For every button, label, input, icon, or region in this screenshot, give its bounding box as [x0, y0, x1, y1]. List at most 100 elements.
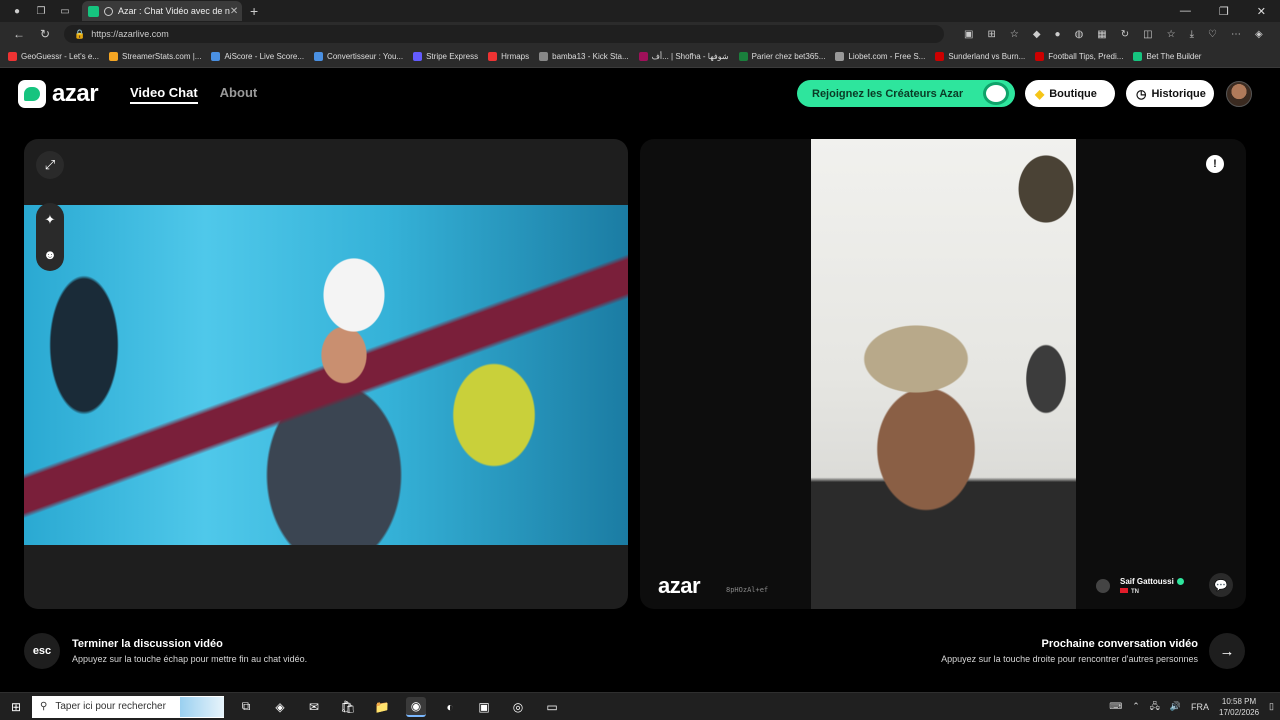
bookmark-label: StreamerStats.com |...: [122, 52, 202, 61]
azar-watermark: azar: [658, 573, 701, 598]
bookmark-favicon-icon: [638, 52, 648, 61]
lock-icon[interactable]: 🔒: [74, 29, 85, 40]
workspaces-icon[interactable]: ❐: [34, 4, 48, 18]
end-chat-button[interactable]: esc: [24, 633, 60, 669]
address-bar-row: ← ↻ 🔒 https://azarlive.com ▣ ⊞ ☆ ◆ ● ◍ ▦…: [0, 22, 1280, 46]
task-view-icon[interactable]: ⧉: [236, 697, 256, 717]
camera-icon[interactable]: ▣: [964, 29, 973, 40]
chevron-up-icon[interactable]: ⌃: [1132, 701, 1140, 712]
end-chat-title: Terminer la discussion vidéo: [72, 638, 223, 650]
new-tab-icon[interactable]: +: [250, 3, 258, 19]
volume-icon[interactable]: 🔊: [1170, 701, 1181, 712]
bookmark-item[interactable]: StreamerStats.com |...: [109, 52, 201, 61]
bookmark-item[interactable]: Stripe Express: [413, 52, 478, 61]
shop-label: Boutique: [1049, 87, 1097, 100]
user-avatar[interactable]: [1226, 81, 1252, 107]
discord-icon[interactable]: ◎: [508, 697, 528, 717]
active-tab[interactable]: Azar : Chat Vidéo avec de n ✕: [82, 1, 242, 21]
downloads-icon[interactable]: ⤓: [1190, 29, 1194, 40]
bookmark-item[interactable]: AiScore - Live Score...: [211, 52, 304, 61]
taskbar-apps: ⧉ ◈ ✉ 🛍 📁 ◉ ◐ ▣ ◎ ▭: [236, 696, 562, 717]
close-tab-icon[interactable]: ✕: [230, 6, 238, 17]
bookmark-item[interactable]: Sunderland vs Burn...: [935, 52, 1025, 61]
read-aloud-icon[interactable]: ⊞: [987, 29, 995, 40]
effects-toolbar: ✦ ☻: [36, 203, 64, 271]
app-icon[interactable]: ▣: [474, 697, 494, 717]
minimize-icon[interactable]: —: [1180, 5, 1191, 18]
clock-icon: ◷: [1136, 86, 1147, 101]
main-nav: Video Chat About: [130, 85, 257, 104]
outlook-icon[interactable]: ✉: [304, 697, 324, 717]
chat-bubble-icon[interactable]: 💬: [1209, 573, 1233, 597]
maximize-icon[interactable]: ❐: [1219, 5, 1229, 18]
azar-logo[interactable]: azar: [18, 80, 99, 108]
bookmark-item[interactable]: Football Tips, Predi...: [1035, 52, 1123, 61]
favorite-star-icon[interactable]: ☆: [1010, 29, 1019, 40]
clock-date: 17/02/2026: [1219, 707, 1260, 717]
profile-icon[interactable]: ●: [10, 4, 24, 18]
language-indicator[interactable]: FRA: [1191, 702, 1209, 712]
remote-user-country: TN: [1131, 589, 1139, 595]
remote-user-card[interactable]: Saif Gattoussi TN: [1096, 573, 1196, 599]
history-button[interactable]: ◷ Historique: [1126, 80, 1214, 107]
network-icon[interactable]: 🖧: [1150, 699, 1160, 715]
extension-icon[interactable]: ▦: [1097, 29, 1106, 40]
nav-about[interactable]: About: [220, 85, 258, 104]
remote-user-avatar-icon: [1096, 579, 1110, 593]
back-icon[interactable]: ←: [12, 27, 26, 41]
browser-essentials-icon[interactable]: ♡: [1208, 29, 1217, 40]
recording-icon: [104, 6, 113, 16]
split-screen-icon[interactable]: ◫: [1143, 29, 1152, 40]
join-creators-button[interactable]: Rejoignez les Créateurs Azar: [797, 80, 1015, 107]
bookmark-favicon-icon: [488, 52, 498, 61]
toolbar-icons: ▣ ⊞ ☆ ◆ ● ◍ ▦ ↻ ◫ ☆ ⤓ ♡ ⋯ ◈: [964, 29, 1263, 40]
copilot-app-icon[interactable]: ◈: [270, 697, 290, 717]
bookmark-label: Convertisseur : You...: [327, 52, 404, 61]
keyboard-icon[interactable]: ⌨: [1109, 701, 1122, 712]
extension-icon[interactable]: ◍: [1075, 29, 1084, 40]
next-chat-arrow-icon[interactable]: →: [1209, 633, 1245, 669]
obs-icon[interactable]: ◐: [440, 697, 460, 717]
edge-browser-icon[interactable]: ◉: [406, 696, 426, 717]
reload-icon[interactable]: ↻: [38, 27, 52, 41]
url-field[interactable]: 🔒 https://azarlive.com: [64, 25, 944, 43]
notifications-icon[interactable]: ▯: [1269, 701, 1274, 712]
bookmark-item[interactable]: bamba13 - Kick Sta...: [539, 52, 629, 61]
windows-taskbar: ⊞ ⚲ Taper ici pour rechercher ⧉ ◈ ✉ 🛍 📁 …: [0, 692, 1280, 720]
collections-icon[interactable]: ☆: [1167, 29, 1176, 40]
shop-button[interactable]: ◆ Boutique: [1025, 80, 1115, 107]
bookmark-favicon-icon: [1133, 52, 1143, 61]
bookmark-item[interactable]: Liobet.com - Free S...: [835, 52, 925, 61]
bookmark-favicon-icon: [539, 52, 549, 61]
taskbar-clock[interactable]: 10:58 PM 17/02/2026: [1219, 696, 1259, 718]
bookmark-item[interactable]: Hrmaps: [488, 52, 529, 61]
tab-actions-icon[interactable]: ▭: [58, 4, 72, 18]
copilot-icon[interactable]: ◈: [1255, 29, 1263, 40]
file-explorer-icon[interactable]: 📁: [372, 697, 392, 717]
remote-user-name: Saif Gattoussi: [1120, 577, 1174, 586]
bookmark-item[interactable]: Convertisseur : You...: [314, 52, 403, 61]
refresh-extension-icon[interactable]: ↻: [1121, 29, 1129, 40]
bookmark-item[interactable]: أف... | Shofha - شوفها: [638, 52, 729, 61]
report-icon[interactable]: !: [1206, 155, 1224, 173]
windows-start-icon[interactable]: ⊞: [0, 700, 32, 714]
more-menu-icon[interactable]: ⋯: [1231, 29, 1241, 40]
close-window-icon[interactable]: ✕: [1257, 5, 1266, 18]
expand-icon[interactable]: ⤢: [36, 151, 64, 179]
clock-time: 10:58 PM: [1221, 696, 1257, 706]
url-text: https://azarlive.com: [91, 29, 169, 39]
bookmark-favicon-icon: [413, 52, 423, 61]
app-icon[interactable]: ▭: [542, 697, 562, 717]
bookmark-favicon-icon: [8, 52, 17, 61]
magic-wand-icon[interactable]: ✦: [36, 203, 64, 237]
bookmark-item[interactable]: GeoGuessr - Let's e...: [8, 52, 99, 61]
bookmark-item[interactable]: Bet The Builder: [1133, 52, 1201, 61]
extension-icon[interactable]: ●: [1055, 29, 1061, 40]
store-icon[interactable]: 🛍: [338, 697, 358, 717]
bookmark-item[interactable]: Parier chez bet365...: [738, 52, 825, 61]
nav-video-chat[interactable]: Video Chat: [130, 85, 198, 104]
bookmark-favicon-icon: [314, 52, 324, 61]
taskbar-search[interactable]: ⚲ Taper ici pour rechercher: [32, 695, 224, 718]
extension-icon[interactable]: ◆: [1033, 29, 1041, 40]
sticker-face-icon[interactable]: ☻: [36, 237, 64, 271]
